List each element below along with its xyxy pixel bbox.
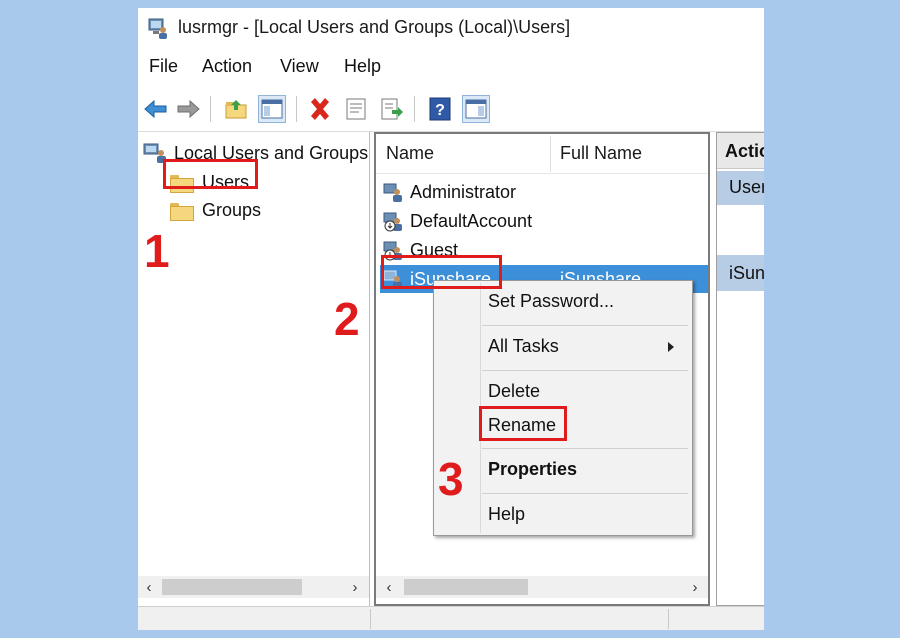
help-button[interactable]: ? [426,95,454,123]
scroll-right-arrow-icon[interactable]: › [346,576,364,598]
menu-help[interactable]: Help [344,56,381,77]
user-icon [383,183,402,202]
actions-section-isunshare[interactable]: iSun [717,255,764,291]
submenu-arrow-icon [668,342,674,352]
console-tree-pane: Local Users and Groups Users Groups ‹ › [138,132,370,606]
back-arrow-icon [144,99,167,119]
properties-button[interactable] [342,95,370,123]
disabled-user-icon [383,212,402,232]
actions-section-label: iSun [729,263,764,283]
step-number-1: 1 [144,225,170,277]
user-name: DefaultAccount [410,210,533,231]
step-number-3: 3 [438,453,464,505]
properties-icon [346,98,366,120]
list-horizontal-scrollbar[interactable]: ‹ › [376,576,708,598]
column-header-full-name[interactable]: Full Name [560,143,642,164]
highlight-rename-box [479,406,567,441]
status-bar [138,606,764,630]
list-item[interactable]: Administrator [380,178,708,206]
menu-file[interactable]: File [149,56,178,77]
scroll-left-arrow-icon[interactable]: ‹ [380,576,398,598]
toolbar-separator [296,96,297,122]
menu-item-set-password[interactable]: Set Password... [488,291,614,312]
menu-separator [482,448,688,449]
scroll-thumb[interactable] [162,579,302,595]
back-button[interactable] [142,95,170,123]
forward-arrow-icon [177,99,200,119]
up-one-level-button[interactable] [222,95,250,123]
show-hide-action-pane-button[interactable] [462,95,490,123]
actions-pane: Actio User iSun [716,132,764,606]
list-header: Name Full Name [376,134,708,174]
scroll-left-arrow-icon[interactable]: ‹ [140,576,158,598]
forward-button[interactable] [174,95,202,123]
step-number-2: 2 [334,293,360,345]
status-divider [370,609,371,629]
list-item[interactable]: DefaultAccount [380,207,708,235]
highlight-isunshare-box [381,255,502,289]
scroll-right-arrow-icon[interactable]: › [686,576,704,598]
user-name: Administrator [410,181,517,202]
tree-horizontal-scrollbar[interactable]: ‹ › [138,576,369,598]
menu-bar: File Action View Help [138,52,764,82]
menu-item-delete[interactable]: Delete [488,381,540,402]
actions-section-users[interactable]: User [717,171,764,205]
delete-icon [311,98,329,120]
toolbar-separator [414,96,415,122]
menu-separator [482,493,688,494]
show-hide-action-pane-icon [465,99,487,119]
menu-action[interactable]: Action [202,56,252,77]
column-divider [550,136,551,172]
tree-item-label: Groups [202,200,262,220]
menu-view[interactable]: View [280,56,319,77]
menu-item-help[interactable]: Help [488,504,525,525]
toolbar: ? [138,88,764,132]
show-hide-console-tree-button[interactable] [258,95,286,123]
menu-separator [482,325,688,326]
toolbar-separator [210,96,211,122]
help-icon: ? [429,97,451,121]
actions-header-label: Actio [725,141,764,161]
folder-icon [170,202,194,221]
up-folder-icon [225,100,247,119]
actions-section-label: User [729,177,764,197]
window-title: lusrmgr - [Local Users and Groups (Local… [178,17,571,37]
show-hide-console-tree-icon [261,99,283,119]
actions-header: Actio [717,133,764,169]
menu-item-properties[interactable]: Properties [488,459,577,480]
highlight-users-box [163,159,258,189]
menu-item-all-tasks[interactable]: All Tasks [488,336,559,357]
scroll-thumb[interactable] [404,579,528,595]
column-header-name[interactable]: Name [386,143,434,164]
computer-users-icon [148,18,167,39]
export-list-icon [381,98,403,120]
export-list-button[interactable] [378,95,406,123]
menu-separator [482,370,688,371]
status-divider [668,609,669,629]
svg-text:?: ? [435,102,445,119]
tree-item-groups[interactable]: Groups [170,200,261,221]
title-bar: lusrmgr - [Local Users and Groups (Local… [138,8,764,48]
delete-button[interactable] [306,95,334,123]
